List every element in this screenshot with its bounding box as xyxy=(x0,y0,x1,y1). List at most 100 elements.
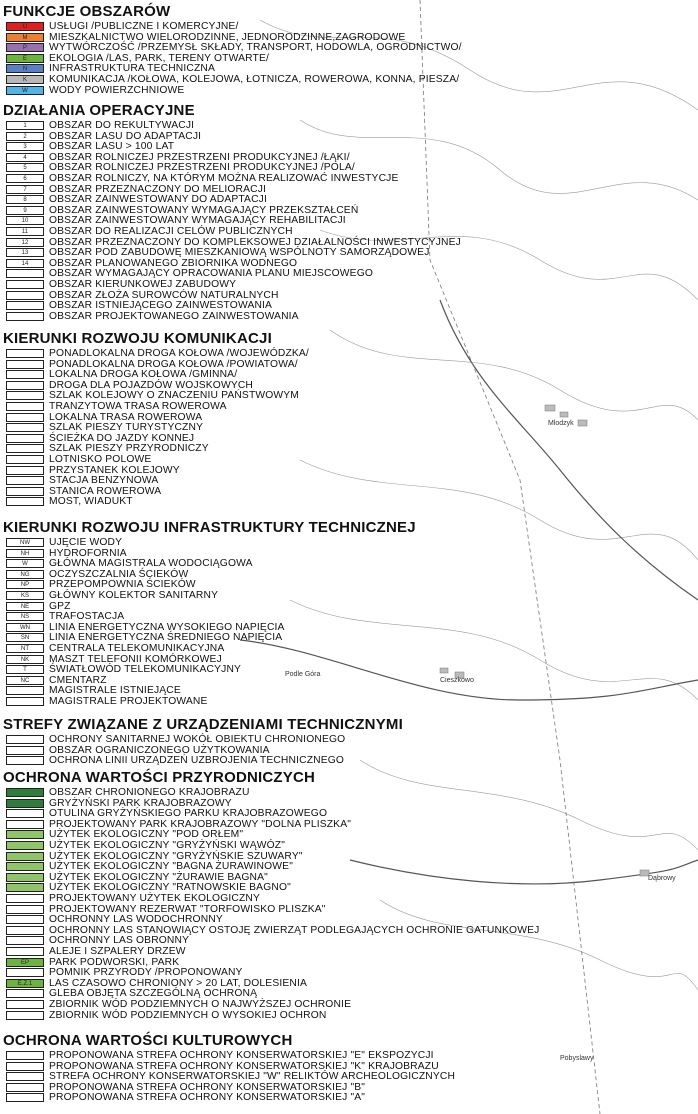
legend-label: USŁUGI /PUBLICZNE I KOMERCYJNE/ xyxy=(49,21,239,32)
legend-symbol xyxy=(6,402,44,411)
legend-symbol xyxy=(6,915,44,925)
legend-symbol xyxy=(6,444,44,454)
legend-label: PONADLOKALNA DROGA KOŁOWA /WOJEWÓDZKA/ xyxy=(49,348,309,359)
legend-symbol xyxy=(6,1082,44,1092)
legend-symbol xyxy=(6,883,44,893)
legend-label: OBSZAR POD ZABUDOWĘ MIESZKANIOWĄ WSPÓLNO… xyxy=(49,247,430,259)
legend-label: GLEBA OBJĘTA SZCZEGÓLNĄ OCHRONĄ xyxy=(49,988,258,1000)
legend-symbol: NG xyxy=(6,569,44,579)
legend-symbol xyxy=(6,830,44,840)
legend-symbol xyxy=(6,380,44,390)
legend-label: POMNIK PRZYRODY /PROPONOWANY xyxy=(49,967,243,979)
legend-symbol xyxy=(6,968,44,978)
legend-label: GRYŻYŃSKI PARK KRAJOBRAZOWY xyxy=(49,797,232,809)
legend-symbol xyxy=(6,433,44,443)
legend-symbol: NE xyxy=(6,601,44,611)
legend-label: OBSZAR OGRANICZONEGO UŻYTKOWANIA xyxy=(49,744,270,756)
legend-symbol xyxy=(6,349,44,358)
legend-symbol xyxy=(6,423,44,433)
legend-symbol xyxy=(6,697,44,706)
legend-symbol: NP xyxy=(6,580,44,590)
legend-symbol: T xyxy=(6,665,44,675)
legend-symbol xyxy=(6,455,44,464)
legend-symbol xyxy=(6,894,44,903)
legend-label: OBSZAR ROLNICZY, NA KTÓRYM MOŻNA REALIZO… xyxy=(49,173,399,184)
legend-label: OBSZAR ROLNICZEJ PRZESTRZENI PRODUKCYJNE… xyxy=(49,151,350,163)
legend-label: HYDROFORNIA xyxy=(49,547,127,559)
legend-symbol: 12 xyxy=(6,237,44,247)
legend-label: GPZ xyxy=(49,600,71,612)
legend-label: ALEJE I SZPALERY DRZEW xyxy=(49,946,186,957)
legend-label: LOKALNA DROGA KOŁOWA /GMINNA/ xyxy=(49,369,238,381)
legend-symbol: EP xyxy=(6,957,44,967)
legend-symbol xyxy=(6,412,44,422)
legend-symbol xyxy=(6,686,44,696)
legend-symbol xyxy=(6,280,44,289)
legend-symbol: NW xyxy=(6,538,44,547)
legend-label: CENTRALA TELEKOMUNIKACYJNA xyxy=(49,643,225,654)
legend-label: INFRASTRUKTURA TECHNICZNA xyxy=(49,63,216,75)
legend-symbol: N xyxy=(6,64,44,74)
legend-label: OCHRONY SANITARNEJ WOKÓŁ OBIEKTU CHRONIO… xyxy=(49,734,346,745)
legend-symbol xyxy=(6,862,44,872)
legend-symbol: 13 xyxy=(6,248,44,258)
legend-symbol xyxy=(6,269,44,279)
legend-label: OBSZAR LASU > 100 LAT xyxy=(49,141,175,153)
legend-label: OBSZAR PLANOWANEGO ZBIORNIKA WODNEGO xyxy=(49,257,298,269)
legend-section-title: KIERUNKI ROZWOJU INFRASTRUKTURY TECHNICZ… xyxy=(3,519,416,536)
legend-symbol xyxy=(6,486,44,496)
legend-symbol xyxy=(6,1061,44,1071)
legend-symbol xyxy=(6,370,44,380)
legend-symbol xyxy=(6,819,44,829)
legend-label: MAGISTRALE PROJEKTOWANE xyxy=(49,696,208,707)
legend-label: PROPONOWANA STREFA OCHRONY KONSERWATORSK… xyxy=(49,1050,434,1061)
legend-symbol: P xyxy=(6,43,44,53)
legend-label: OBSZAR PRZEZNACZONY DO KOMPLEKSOWEJ DZIA… xyxy=(49,236,461,248)
legend-symbol xyxy=(6,1051,44,1060)
legend-label: WYTWÓRCZOŚĆ /PRZEMYSŁ SKŁADY, TRANSPORT,… xyxy=(49,42,462,54)
legend-label: PROPONOWANA STREFA OCHRONY KONSERWATORSK… xyxy=(49,1060,439,1072)
legend-label: SZLAK PIESZY PRZYRODNICZY xyxy=(49,443,209,455)
legend-symbol: NT xyxy=(6,644,44,653)
legend-symbol xyxy=(6,1010,44,1020)
legend-label: UŻYTEK EKOLOGICZNY "GRYŻYŃSKI WĄWÓZ" xyxy=(49,840,286,851)
legend-symbol xyxy=(6,1000,44,1009)
legend-label: PRZEPOMPOWNIA ŚCIEKÓW xyxy=(49,579,196,591)
legend-label: SZLAK KOLEJOWY O ZNACZENIU PAŃSTWOWYM xyxy=(49,390,300,402)
legend-symbol: NC xyxy=(6,675,44,685)
legend-symbol: U xyxy=(6,22,44,31)
legend-symbol: 11 xyxy=(6,227,44,236)
legend-label: GŁÓWNY KOLEKTOR SANITARNY xyxy=(49,590,219,601)
legend-symbol xyxy=(6,745,44,755)
legend-symbol xyxy=(6,904,44,914)
legend-section-title: OCHRONA WARTOŚCI PRZYRODNICZYCH xyxy=(3,769,316,786)
legend-symbol: 6 xyxy=(6,174,44,183)
legend-symbol: E.Z.1 xyxy=(6,978,44,988)
legend-label: CMENTARZ xyxy=(49,674,107,686)
legend-label: UŻYTEK EKOLOGICZNY "BAGNA ŻURAWINOWE" xyxy=(49,861,293,873)
legend-symbol xyxy=(6,735,44,744)
legend-label: OBSZAR ISTNIEJĄCEGO ZAINWESTOWANIA xyxy=(49,300,273,312)
legend-symbol: 8 xyxy=(6,195,44,205)
legend-symbol xyxy=(6,301,44,311)
legend-label: UŻYTEK EKOLOGICZNY "GRYŻYŃSKIE SZUWARY" xyxy=(49,850,303,862)
legend-symbol: NS xyxy=(6,612,44,622)
legend-label: LOTNISKO POLOWE xyxy=(49,454,152,465)
legend-label: PROJEKTOWANY UŻYTEK EKOLOGICZNY xyxy=(49,893,261,904)
legend-symbol xyxy=(6,476,44,486)
legend-symbol: M xyxy=(6,32,44,42)
legend-section-title: STREFY ZWIĄZANE Z URZĄDZENIAMI TECHNICZN… xyxy=(3,716,403,733)
legend-symbol: E xyxy=(6,53,44,63)
legend-label: PARK PODWORSKI, PARK xyxy=(49,956,180,968)
legend-label: TRAFOSTACJA xyxy=(49,611,125,623)
legend-label: PONADLOKALNA DROGA KOŁOWA /POWIATOWA/ xyxy=(49,358,298,370)
legend-section-title: DZIAŁANIA OPERACYJNE xyxy=(3,102,195,119)
legend-label: UŻYTEK EKOLOGICZNY "POD ORŁEM" xyxy=(49,829,244,841)
legend-symbol: 14 xyxy=(6,258,44,268)
legend-label: SZLAK PIESZY TURYSTYCZNY xyxy=(49,422,204,434)
legend-label: OBSZAR ZAINWESTOWANY WYMAGAJĄCY REHABILI… xyxy=(49,215,346,227)
legend-label: STANICA ROWEROWA xyxy=(49,485,162,497)
legend-symbol xyxy=(6,359,44,369)
legend-label: ZBIORNIK WÓD PODZIEMNYCH O WYSOKIEJ OCHR… xyxy=(49,1009,327,1021)
legend-symbol: W xyxy=(6,85,44,95)
